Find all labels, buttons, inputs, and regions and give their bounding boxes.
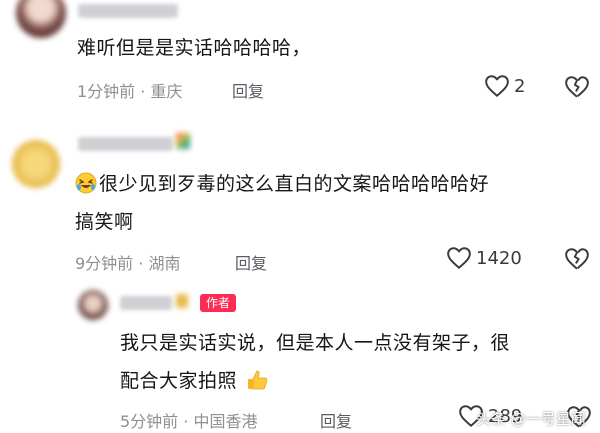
rolling-laughing-emoji [75, 172, 97, 194]
heart-outline-icon [485, 75, 509, 97]
meta-separator: · [138, 254, 144, 273]
user-avatar[interactable] [12, 140, 60, 188]
comment-meta: 1分钟前 · 重庆 [77, 78, 182, 102]
comment-time: 1分钟前 [77, 82, 136, 101]
comment-time: 5分钟前 [120, 412, 179, 431]
comment-meta: 9分钟前 · 湖南 [75, 250, 180, 274]
heart-outline-icon [447, 247, 471, 269]
username-blurred[interactable] [78, 4, 178, 18]
broken-heart-icon[interactable] [564, 247, 590, 271]
fan-badge-icon [176, 133, 190, 149]
comment-text: 难听但是是实话哈哈哈哈， [77, 37, 312, 59]
meta-separator: · [140, 82, 146, 101]
username-blurred[interactable] [120, 296, 172, 310]
comment-time: 9分钟前 [75, 254, 134, 273]
comment-meta: 5分钟前 · 中国香港 [120, 408, 257, 432]
like-count: 2 [514, 75, 526, 97]
thumbs-up-emoji [247, 370, 267, 390]
user-avatar[interactable] [16, 0, 66, 38]
comment-text-line-2: 配合大家拍照 [120, 364, 270, 398]
comment-location: 重庆 [150, 82, 183, 101]
author-badge: 作者 [200, 294, 237, 312]
like-count: 1420 [476, 247, 522, 269]
comment-text: 配合大家拍照 [120, 370, 238, 392]
comment-text-line-1: 我只是实话实说，但是本人一点没有架子，很 [120, 332, 511, 354]
meta-separator: · [183, 412, 189, 431]
like-button[interactable]: 1420 [446, 246, 522, 270]
like-button[interactable]: 2 [484, 74, 525, 98]
reply-button[interactable]: 回复 [320, 408, 352, 432]
reply-button[interactable]: 回复 [232, 78, 264, 102]
comment-text-line-2: 搞笑啊 [75, 211, 134, 233]
comment-location: 湖南 [148, 254, 181, 273]
user-badge-icon [176, 294, 188, 308]
watermark: 头条 @一号星闻 [476, 410, 586, 428]
comment-text: 很少见到歹毒的这么直白的文案哈哈哈哈哈好 [99, 173, 490, 195]
broken-heart-icon[interactable] [564, 75, 590, 99]
username-blurred[interactable] [78, 137, 173, 151]
author-avatar[interactable] [78, 290, 108, 320]
comment-location: 中国香港 [193, 412, 258, 431]
comment-text-line-1: 很少见到歹毒的这么直白的文案哈哈哈哈哈好 [75, 167, 489, 201]
reply-button[interactable]: 回复 [235, 250, 267, 274]
